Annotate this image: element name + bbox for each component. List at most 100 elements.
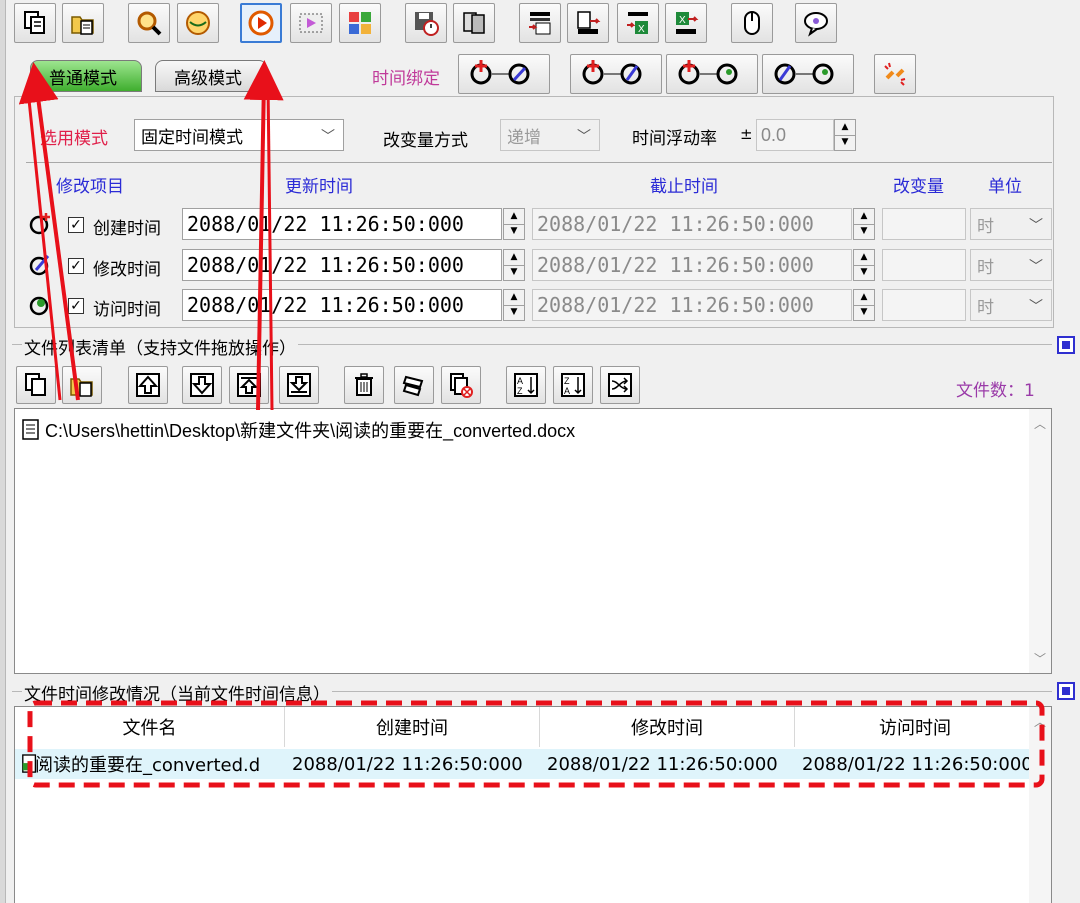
sort-az-icon: AZ (514, 373, 538, 397)
clear-button[interactable] (394, 366, 434, 404)
spin-up-icon: ▲ (510, 251, 518, 262)
cell-access-time: 2088/01/22 11:26:50:000 (802, 753, 1033, 775)
spin-down-icon: ▼ (854, 304, 874, 321)
access-deadline-input[interactable]: 2088/01/22 11:26:50:000 (532, 289, 852, 321)
create-update-spinner[interactable]: ▲ ▼ (503, 208, 525, 240)
access-deadline-value: 2088/01/22 11:26:50:000 (537, 293, 814, 317)
unbind-button[interactable] (874, 54, 916, 94)
grid-view-button[interactable] (339, 3, 381, 43)
save-time-button[interactable] (405, 3, 447, 43)
export-excel-button[interactable]: X (665, 3, 707, 43)
status-expand-button[interactable] (1057, 682, 1075, 700)
change-method-select[interactable]: 递增 ﹀ (500, 119, 600, 151)
move-bottom-button[interactable] (279, 366, 319, 404)
access-delta-input[interactable] (882, 289, 966, 321)
access-time-checkbox[interactable]: ✓ (68, 298, 84, 314)
delete-button[interactable] (344, 366, 384, 404)
svg-text:X: X (638, 24, 645, 35)
list-item[interactable]: C:\Users\hettin\Desktop\新建文件夹\阅读的重要在_con… (21, 417, 575, 443)
create-deadline-spinner[interactable]: ▲ ▼ (853, 208, 875, 240)
sort-asc-button[interactable]: AZ (506, 366, 546, 404)
bind-create-modify-button[interactable] (570, 54, 662, 94)
tab-advanced-mode[interactable]: 高级模式 (155, 60, 267, 92)
excel-import-icon: X (627, 12, 648, 35)
list-export-icon (577, 11, 601, 34)
move-top-button[interactable] (229, 366, 269, 404)
move-up-button[interactable] (128, 366, 168, 404)
svg-text:Z: Z (517, 386, 523, 396)
remove-invalid-button[interactable] (441, 366, 481, 404)
sort-desc-button[interactable]: ZA (553, 366, 593, 404)
mode-label: 选用模式 (40, 129, 108, 149)
list-add-files-button[interactable] (16, 366, 56, 404)
modify-deadline-input[interactable]: 2088/01/22 11:26:50:000 (532, 249, 852, 281)
modify-update-spinner[interactable]: ▲ ▼ (503, 249, 525, 281)
bind-create-access-button[interactable] (666, 54, 758, 94)
svg-text:A: A (517, 376, 523, 386)
window-left-edge (0, 0, 6, 903)
header-filename[interactable]: 文件名 (15, 707, 285, 747)
add-files-button[interactable] (14, 3, 56, 43)
bind-create-all-button[interactable] (458, 54, 550, 94)
shuffle-button[interactable] (600, 366, 640, 404)
col-unit-header: 单位 (988, 177, 1022, 197)
modify-delta-input[interactable] (882, 249, 966, 281)
file-list-scrollbar[interactable]: ︿ ﹀ (1029, 409, 1051, 673)
float-rate-input[interactable]: 0.0 (756, 119, 834, 151)
access-unit-select[interactable]: 时 ﹀ (970, 289, 1052, 321)
create-unit-select[interactable]: 时 ﹀ (970, 208, 1052, 240)
header-modify-time[interactable]: 修改时间 (540, 707, 795, 747)
broom-icon (402, 375, 424, 397)
bind-modify-access-button[interactable] (762, 54, 854, 94)
tab-normal-mode[interactable]: 普通模式 (30, 60, 142, 92)
header-access-time[interactable]: 访问时间 (795, 707, 1035, 747)
sort-za-icon: ZA (561, 373, 585, 397)
access-update-spinner[interactable]: ▲ ▼ (503, 289, 525, 321)
about-button[interactable] (795, 3, 837, 43)
modify-update-input[interactable]: 2088/01/22 11:26:50:000 (182, 249, 502, 281)
access-deadline-spinner[interactable]: ▲ ▼ (853, 289, 875, 321)
add-folder-button[interactable] (62, 3, 104, 43)
search-button[interactable] (128, 3, 170, 43)
preview-button[interactable] (177, 3, 219, 43)
list-add-folder-button[interactable] (62, 366, 102, 404)
tab-normal-label: 普通模式 (49, 68, 117, 89)
link-chain-icon (678, 60, 738, 85)
status-table-header: 文件名 创建时间 修改时间 访问时间 (15, 707, 1029, 747)
batch-run-button[interactable] (290, 3, 332, 43)
header-create-time[interactable]: 创建时间 (285, 707, 540, 747)
modify-deadline-value: 2088/01/22 11:26:50:000 (537, 253, 814, 277)
create-deadline-input[interactable]: 2088/01/22 11:26:50:000 (532, 208, 852, 240)
create-time-label: 创建时间 (93, 219, 161, 239)
mode-select[interactable]: 固定时间模式 ﹀ (134, 119, 344, 151)
modify-unit-select[interactable]: 时 ﹀ (970, 249, 1052, 281)
modify-time-label: 修改时间 (93, 260, 161, 280)
float-rate-spinner[interactable]: ▲ ▼ (834, 119, 856, 151)
documents-icon (463, 12, 485, 34)
modify-time-checkbox[interactable]: ✓ (68, 258, 84, 274)
import-excel-button[interactable]: X (617, 3, 659, 43)
col-update-header: 更新时间 (285, 177, 353, 197)
arrow-top-icon (237, 373, 261, 397)
create-time-checkbox[interactable]: ✓ (68, 217, 84, 233)
filelist-expand-button[interactable] (1057, 336, 1075, 354)
chevron-down-icon: ﹀ (321, 129, 335, 145)
copy-attr-button[interactable] (453, 3, 495, 43)
access-time-label: 访问时间 (93, 300, 161, 320)
spin-up-icon: ▲ (510, 210, 518, 221)
copy-files-icon (25, 373, 46, 396)
create-update-input[interactable]: 2088/01/22 11:26:50:000 (182, 208, 502, 240)
modify-deadline-spinner[interactable]: ▲ ▼ (853, 249, 875, 281)
status-table-scrollbar[interactable]: ︿ (1029, 707, 1051, 903)
access-update-input[interactable]: 2088/01/22 11:26:50:000 (182, 289, 502, 321)
export-list-button[interactable] (567, 3, 609, 43)
table-row[interactable]: 阅读的重要在_converted.d 2088/01/22 11:26:50:0… (15, 749, 1035, 779)
move-down-button[interactable] (182, 366, 222, 404)
run-button[interactable] (240, 3, 282, 43)
create-update-value: 2088/01/22 11:26:50:000 (187, 212, 464, 236)
status-table[interactable]: 文件名 创建时间 修改时间 访问时间 阅读的重要在_converted.d 20… (14, 706, 1052, 903)
import-list-button[interactable] (519, 3, 561, 43)
file-list[interactable]: C:\Users\hettin\Desktop\新建文件夹\阅读的重要在_con… (14, 408, 1052, 674)
create-delta-input[interactable] (882, 208, 966, 240)
context-menu-button[interactable] (731, 3, 773, 43)
